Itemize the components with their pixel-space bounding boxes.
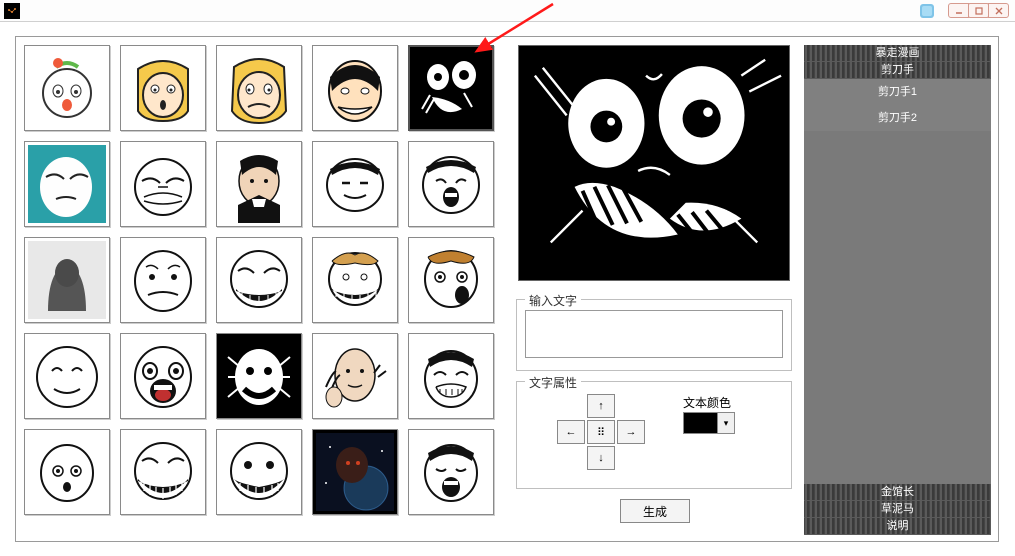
side-footer-item-2[interactable]: 草泥马 — [804, 501, 991, 518]
dpad-up-button[interactable]: ↑ — [587, 394, 615, 418]
input-text-group: 输入文字 — [516, 299, 792, 371]
thumb-face-3[interactable] — [216, 45, 302, 131]
thumb-face-10[interactable] — [408, 141, 494, 227]
thumb-face-5[interactable] — [408, 45, 494, 131]
thumb-face-17[interactable] — [120, 333, 206, 419]
side-mid-item-1[interactable]: 剪刀手1 — [804, 79, 991, 105]
color-swatch — [684, 413, 718, 433]
dpad-right-button[interactable]: → — [617, 420, 645, 444]
thumb-face-18[interactable] — [216, 333, 302, 419]
close-button[interactable] — [988, 3, 1009, 18]
text-attr-group: 文字属性 ↑ ← ⠿ → ↓ 文本颜色 ▾ — [516, 381, 792, 489]
thumb-face-25[interactable] — [408, 429, 494, 515]
thumb-face-16[interactable] — [24, 333, 110, 419]
side-panel-mid: 剪刀手1 剪刀手2 — [804, 79, 991, 131]
side-mid-item-2[interactable]: 剪刀手2 — [804, 105, 991, 131]
thumb-face-20[interactable] — [408, 333, 494, 419]
dpad-down-button[interactable]: ↓ — [587, 446, 615, 470]
thumb-face-15[interactable] — [408, 237, 494, 323]
side-panel-header: 暴走漫画 剪刀手 — [804, 45, 991, 79]
side-header-item-2[interactable]: 剪刀手 — [804, 62, 991, 79]
side-footer-item-1[interactable]: 金馆长 — [804, 484, 991, 501]
text-input[interactable] — [525, 310, 783, 358]
dpad-center-button[interactable]: ⠿ — [587, 420, 615, 444]
maximize-button[interactable] — [968, 3, 989, 18]
side-footer-item-3[interactable]: 说明 — [804, 518, 991, 535]
help-icon[interactable] — [919, 3, 935, 19]
thumb-face-6[interactable] — [24, 141, 110, 227]
thumb-face-8[interactable] — [216, 141, 302, 227]
thumb-face-13[interactable] — [216, 237, 302, 323]
dpad-left-button[interactable]: ← — [557, 420, 585, 444]
thumb-face-21[interactable] — [24, 429, 110, 515]
thumb-face-2[interactable] — [120, 45, 206, 131]
thumb-face-11[interactable] — [24, 237, 110, 323]
thumb-face-9[interactable] — [312, 141, 398, 227]
thumb-face-22[interactable] — [120, 429, 206, 515]
thumb-face-14[interactable] — [312, 237, 398, 323]
input-text-legend: 输入文字 — [525, 292, 581, 309]
thumbnail-grid — [24, 45, 494, 515]
thumb-face-1[interactable] — [24, 45, 110, 131]
thumb-face-12[interactable] — [120, 237, 206, 323]
thumb-face-19[interactable] — [312, 333, 398, 419]
side-header-item-1[interactable]: 暴走漫画 — [804, 45, 991, 62]
thumb-face-23[interactable] — [216, 429, 302, 515]
app-icon — [4, 3, 20, 19]
text-color-label: 文本颜色 — [683, 394, 731, 411]
preview-area — [518, 45, 790, 281]
main-frame: 输入文字 文字属性 ↑ ← ⠿ → ↓ 文本颜色 ▾ 生成 暴走漫画 剪刀手 — [15, 36, 999, 542]
thumb-face-24[interactable] — [312, 429, 398, 515]
side-panel-footer: 金馆长 草泥马 说明 — [804, 484, 991, 535]
thumb-face-7[interactable] — [120, 141, 206, 227]
title-bar — [0, 0, 1015, 22]
window-controls — [949, 3, 1009, 18]
direction-pad: ↑ ← ⠿ → ↓ — [557, 394, 645, 470]
text-color-picker[interactable]: ▾ — [683, 412, 735, 434]
color-dropdown-icon[interactable]: ▾ — [718, 413, 734, 433]
side-panel: 暴走漫画 剪刀手 剪刀手1 剪刀手2 金馆长 草泥马 说明 — [804, 45, 991, 535]
generate-button[interactable]: 生成 — [620, 499, 690, 523]
minimize-button[interactable] — [948, 3, 969, 18]
text-attr-legend: 文字属性 — [525, 374, 581, 391]
thumb-face-4[interactable] — [312, 45, 398, 131]
